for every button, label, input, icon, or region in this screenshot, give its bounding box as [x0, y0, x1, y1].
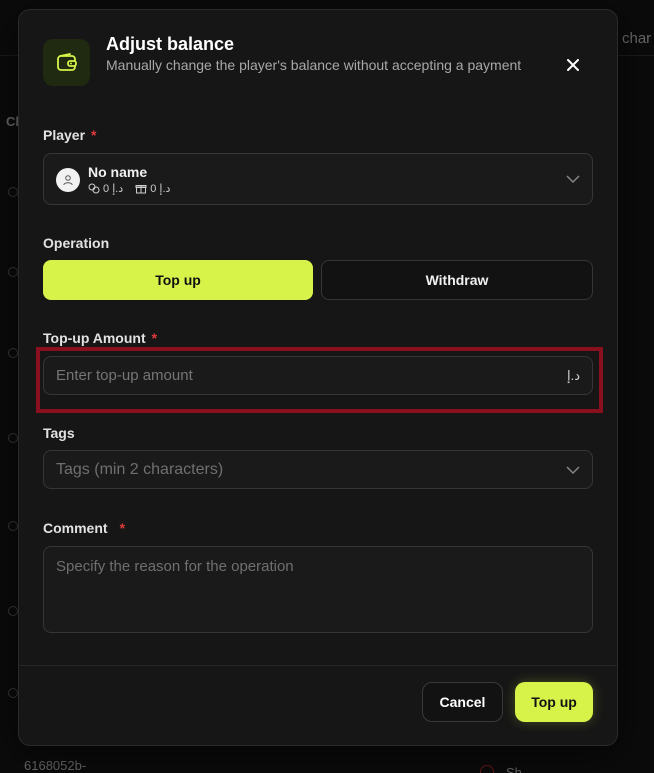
comment-placeholder: Specify the reason for the operation	[56, 558, 294, 575]
comment-textarea[interactable]: Specify the reason for the operation	[43, 546, 593, 633]
amount-label-text: Top-up Amount	[43, 330, 146, 346]
wallet-icon	[43, 39, 90, 86]
close-icon	[567, 59, 579, 71]
required-mark: *	[119, 520, 126, 536]
background-row-icon	[8, 606, 18, 616]
operation-withdraw-button[interactable]: Withdraw	[321, 260, 593, 300]
tags-placeholder: Tags (min 2 characters)	[56, 460, 224, 478]
chevron-down-icon	[566, 466, 580, 474]
background-row-icon	[8, 187, 18, 197]
background-header-text: char	[622, 30, 652, 47]
player-balances: 0 د.إ 0 د.إ	[88, 182, 170, 195]
tags-select[interactable]: Tags (min 2 characters)	[43, 450, 593, 489]
amount-input-wrapper: د.إ	[43, 356, 593, 395]
modal-title: Adjust balance	[106, 34, 235, 54]
amount-input[interactable]	[56, 357, 536, 394]
coins-icon	[88, 183, 100, 194]
required-mark: *	[151, 330, 158, 346]
operation-label: Operation	[43, 235, 110, 251]
background-row-icon	[8, 688, 18, 698]
submit-top-up-button[interactable]: Top up	[515, 682, 593, 722]
player-name: No name	[88, 164, 148, 180]
operation-top-up-button[interactable]: Top up	[43, 260, 313, 300]
player-label: Player *	[43, 127, 97, 143]
gift-icon	[135, 183, 147, 194]
background-row-action: Sh	[506, 765, 522, 773]
tags-label: Tags	[43, 425, 75, 441]
background-row-icon	[8, 521, 18, 531]
close-button[interactable]	[560, 52, 586, 78]
chevron-down-icon	[566, 175, 580, 183]
modal-subtitle: Manually change the player's balance wit…	[106, 57, 522, 73]
background-status-icon	[480, 765, 494, 773]
player-label-text: Player	[43, 127, 86, 143]
currency-symbol: د.إ	[566, 367, 580, 383]
background-row-icon	[8, 267, 18, 277]
required-mark: *	[91, 127, 97, 143]
real-balance: 0 د.إ	[103, 183, 124, 195]
amount-label: Top-up Amount *	[43, 330, 157, 346]
user-icon	[56, 168, 80, 192]
comment-label: Comment *	[43, 520, 125, 536]
footer-divider	[19, 665, 617, 666]
cancel-button[interactable]: Cancel	[422, 682, 503, 722]
bonus-balance: 0 د.إ	[150, 183, 171, 195]
adjust-balance-modal: Adjust balance Manually change the playe…	[18, 9, 618, 746]
background-row-icon	[8, 433, 18, 443]
comment-label-text: Comment	[43, 520, 108, 536]
background-row-id: 6168052b-	[24, 758, 87, 773]
player-select[interactable]: No name 0 د.إ 0 د.إ	[43, 153, 593, 205]
background-row-icon	[8, 348, 18, 358]
